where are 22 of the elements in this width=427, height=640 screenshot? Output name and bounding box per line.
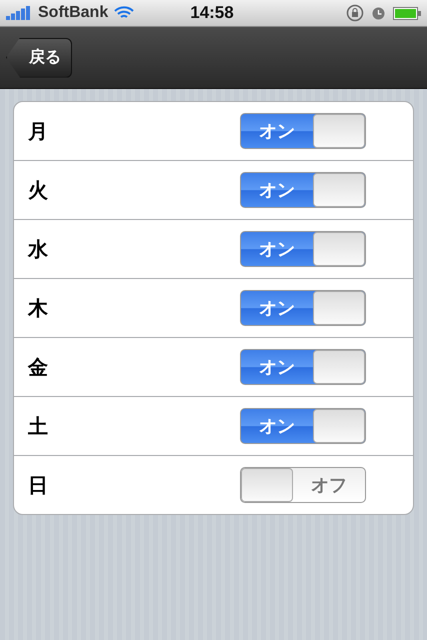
wifi-icon [114,6,134,20]
day-label: 火 [28,176,49,204]
toggle-switch[interactable]: オン [240,349,366,385]
day-label: 土 [28,412,49,440]
carrier-name: SoftBank [38,4,108,22]
toggle-switch[interactable]: オン [240,172,366,208]
day-label: 月 [28,118,49,144]
day-label: 水 [28,236,49,262]
day-label: 木 [28,294,49,322]
day-label: 金 [28,354,49,380]
toggle-switch[interactable]: オフ [240,467,366,503]
back-button[interactable]: 戻る [6,38,72,78]
toggle-switch[interactable]: オン [240,290,366,326]
battery-icon [393,6,421,20]
toggle-switch[interactable]: オン [240,408,366,444]
clock-icon [372,6,385,20]
status-time: 14:58 [190,3,234,23]
rotation-lock-icon [346,4,364,22]
signal-icon [6,6,32,20]
toggle-switch[interactable]: オン [240,231,366,267]
toggle-switch[interactable]: オン [240,113,366,149]
day-label: 日 [28,472,49,498]
